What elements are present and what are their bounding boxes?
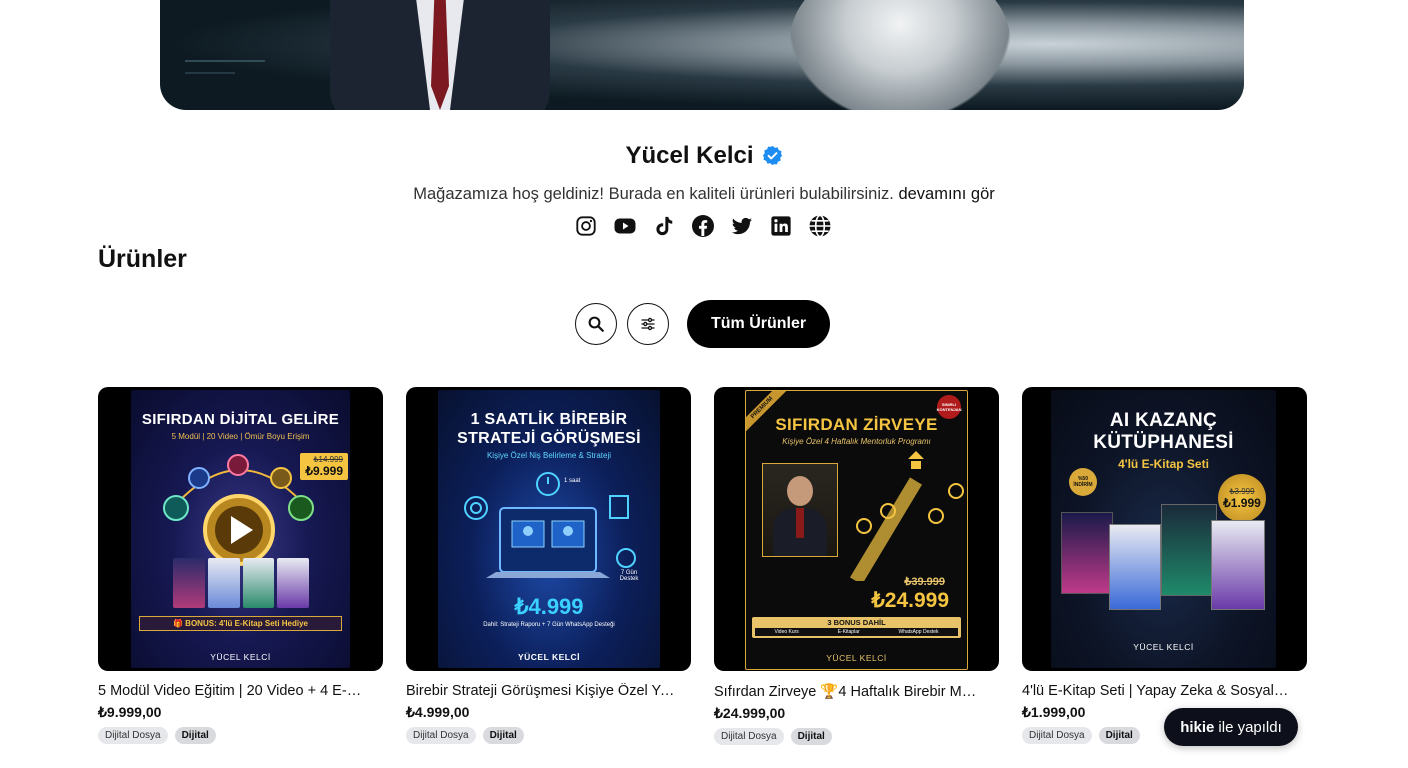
product-poster: SIFIRDAN DİJİTAL GELİRE 5 Modül | 20 Vid… (131, 390, 350, 668)
tag-file: Dijital Dosya (406, 727, 476, 744)
poster-subtitle: Kişiye Özel Niş Belirleme & Strateji (486, 451, 612, 460)
product-card[interactable]: AI KAZANÇ KÜTÜPHANESİ 4'lü E-Kitap Seti … (1022, 387, 1307, 745)
banner-hud-line (185, 60, 265, 62)
tag-file: Dijital Dosya (714, 728, 784, 745)
product-tags: Dijital Dosya Dijital (406, 727, 691, 744)
bonus-banner: 🎁 BONUS: 4'lü E-Kitap Seti Hediye (139, 616, 342, 631)
poster-heading: SIFIRDAN DİJİTAL GELİRE (141, 411, 340, 428)
profile-bio: Mağazamıza hoş geldiniz! Burada en kalit… (0, 185, 1408, 204)
twitter-icon[interactable] (730, 212, 754, 240)
product-price: ₺24.999,00 (714, 705, 786, 721)
bonus-item: Video Kurs (774, 629, 799, 635)
profile-header: Yücel Kelci (0, 142, 1408, 170)
product-poster: PREMIUM SINIRLI KONTENJAN SIFIRDAN ZİRVE… (745, 390, 968, 670)
product-tags: Dijital Dosya Dijital (98, 727, 383, 744)
bonus-item: E-Kitaplar (837, 629, 860, 635)
poster-footer: YÜCEL KELCİ (517, 652, 581, 662)
product-poster: 1 SAATLİK BİREBİR STRATEJİ GÖRÜŞMESİ Kiş… (438, 390, 660, 668)
product-title[interactable]: Sıfırdan Zirveye 🏆4 Haftalık Birebir Men… (714, 683, 984, 700)
tag-file: Dijital Dosya (98, 727, 168, 744)
product-card[interactable]: 1 SAATLİK BİREBİR STRATEJİ GÖRÜŞMESİ Kiş… (406, 387, 691, 745)
banner-hud-line (185, 72, 235, 74)
poster-price: ₺4.999 (514, 594, 584, 619)
read-more-link[interactable]: devamını gör (898, 185, 994, 203)
poster-note: Dahil: Strateji Raporu + 7 Gün WhatsApp … (483, 622, 615, 628)
products-toolbar: Tüm Ürünler (575, 300, 831, 348)
product-price: ₺4.999,00 (406, 704, 470, 720)
product-thumbnail: PREMIUM SINIRLI KONTENJAN SIFIRDAN ZİRVE… (714, 387, 999, 671)
tag-file: Dijital Dosya (1022, 727, 1092, 744)
product-thumbnail: 1 SAATLİK BİREBİR STRATEJİ GÖRÜŞMESİ Kiş… (406, 387, 691, 671)
poster-footer: YÜCEL KELCİ (210, 652, 271, 662)
product-price: ₺9.999,00 (98, 704, 162, 720)
poster-heading: 1 SAATLİK BİREBİR STRATEJİ GÖRÜŞMESİ (457, 411, 641, 447)
profile-banner (160, 0, 1244, 110)
instagram-icon[interactable] (574, 212, 598, 240)
limited-seal: SINIRLI KONTENJAN (937, 395, 961, 419)
filter-button[interactable] (627, 303, 669, 345)
bonus-box: 3 BONUS DAHİL Video Kurs E-Kitaplar What… (752, 617, 961, 638)
poster-footer: YÜCEL KELCİ (826, 653, 887, 663)
product-title[interactable]: 5 Modül Video Eğitim | 20 Video + 4 E-Ki… (98, 683, 368, 699)
filter-icon (641, 317, 655, 331)
ebook-stack (1061, 502, 1271, 628)
product-card[interactable]: SIFIRDAN DİJİTAL GELİRE 5 Modül | 20 Vid… (98, 387, 383, 745)
new-price: ₺24.999 (871, 589, 949, 612)
product-title[interactable]: Birebir Strateji Görüşmesi Kişiye Özel Y… (406, 683, 676, 699)
product-poster: AI KAZANÇ KÜTÜPHANESİ 4'lü E-Kitap Seti … (1051, 390, 1276, 668)
old-price: ₺3.999 (1229, 486, 1255, 496)
badge-support: 7 Gün Destek (619, 570, 639, 582)
tag-type: Dijital (1098, 727, 1140, 744)
badge-suffix: ile yapıldı (1218, 718, 1282, 736)
bonus-title: 3 BONUS DAHİL (827, 618, 886, 627)
product-grid: SIFIRDAN DİJİTAL GELİRE 5 Modül | 20 Vid… (98, 387, 1307, 745)
linkedin-icon[interactable] (769, 212, 793, 240)
badge-hour: 1 saat (564, 478, 581, 484)
search-button[interactable] (575, 303, 617, 345)
bonus-item: WhatsApp Destek (898, 629, 939, 635)
bonus-items: Video Kurs E-Kitaplar WhatsApp Destek (755, 628, 958, 636)
tiktok-icon[interactable] (652, 212, 676, 240)
social-links (574, 212, 832, 240)
poster-heading: SIFIRDAN ZİRVEYE (775, 415, 938, 434)
brand-name: hikie (1180, 718, 1215, 736)
poster-heading: AI KAZANÇ KÜTÜPHANESİ (1093, 410, 1234, 453)
all-products-button[interactable]: Tüm Ürünler (687, 300, 831, 348)
youtube-icon[interactable] (613, 212, 637, 240)
product-title[interactable]: 4'lü E-Kitap Seti | Yapay Zeka & Sosyal … (1022, 683, 1292, 699)
tag-type: Dijital (790, 728, 832, 745)
stairs-icon (849, 451, 964, 581)
product-tags: Dijital Dosya Dijital (714, 728, 999, 745)
products-heading: Ürünler (98, 245, 187, 273)
ebook-stack (173, 558, 309, 608)
facebook-icon[interactable] (691, 212, 715, 240)
profile-name: Yücel Kelci (625, 142, 754, 169)
search-icon (588, 316, 604, 332)
product-card[interactable]: PREMIUM SINIRLI KONTENJAN SIFIRDAN ZİRVE… (714, 387, 999, 745)
made-with-badge[interactable]: hikie ile yapıldı (1164, 708, 1298, 746)
product-thumbnail: AI KAZANÇ KÜTÜPHANESİ 4'lü E-Kitap Seti … (1022, 387, 1307, 671)
verified-badge-icon (762, 145, 782, 166)
tag-type: Dijital (174, 727, 216, 744)
bio-text: Mağazamıza hoş geldiniz! Burada en kalit… (413, 185, 894, 203)
product-thumbnail: SIFIRDAN DİJİTAL GELİRE 5 Modül | 20 Vid… (98, 387, 383, 671)
globe-icon[interactable] (808, 212, 832, 240)
banner-robot (790, 0, 1010, 110)
discount-badge: %50 İNDİRİM (1069, 468, 1097, 496)
poster-footer: YÜCEL KELCİ (1133, 642, 1194, 652)
tag-type: Dijital (482, 727, 524, 744)
old-price: ₺39.999 (904, 576, 945, 588)
